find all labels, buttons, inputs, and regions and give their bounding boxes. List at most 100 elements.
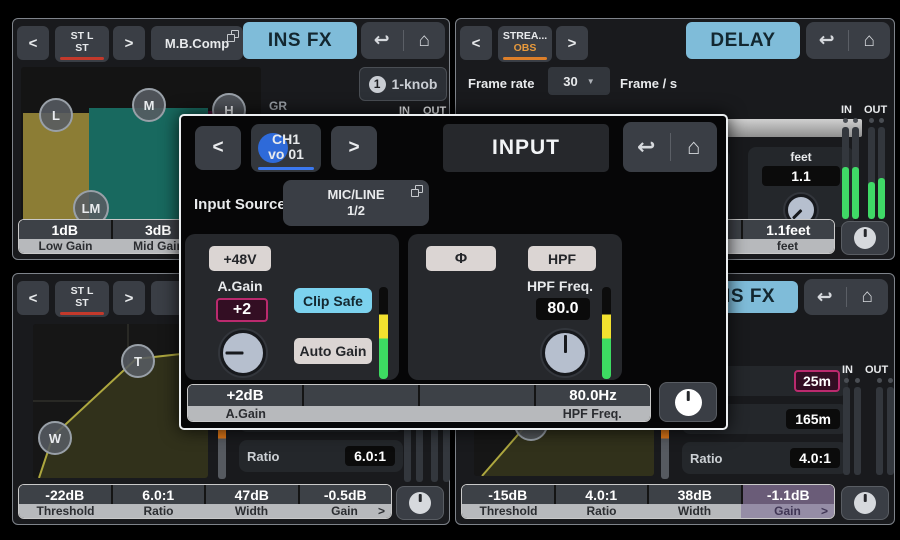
status-cell[interactable]: -15dB (462, 485, 554, 504)
mid-band-handle[interactable]: M (132, 88, 166, 122)
status-cell[interactable]: -0.5dB (300, 485, 392, 504)
threshold-handle[interactable]: T (121, 344, 155, 378)
status-cell[interactable]: 6.0:1 (113, 485, 205, 504)
parameter-statusbar: -22dB 6.0:1 47dB -0.5dB Threshold Ratio … (18, 484, 392, 519)
status-cell[interactable]: 80.0Hz (536, 385, 650, 406)
out-meter-label: OUT (864, 104, 887, 116)
undo-icon[interactable]: ↩ (623, 134, 670, 160)
home-icon[interactable]: ⌂ (847, 286, 889, 308)
hpf-freq-value[interactable]: 80.0 (536, 298, 590, 320)
home-icon[interactable]: ⌂ (404, 30, 446, 52)
prev-channel-button[interactable]: < (460, 26, 492, 60)
library-button[interactable]: M.B.Comp (151, 26, 243, 60)
release-value[interactable]: 165m (786, 409, 840, 429)
attack-value[interactable]: 25m (794, 370, 840, 392)
channel-select-button[interactable]: CH1 vo 01 (251, 124, 321, 172)
phantom-48v-button[interactable]: +48V (209, 246, 271, 271)
status-label: Width (205, 504, 298, 518)
width-handle[interactable]: W (38, 421, 72, 455)
status-label: Low Gain (19, 239, 112, 253)
knob-icon (409, 492, 431, 514)
delay-unit-label: feet (748, 150, 854, 164)
one-knob-badge: 1 (369, 76, 386, 93)
nav-group: ↩ ⌂ (623, 122, 717, 172)
in-meter-l (842, 118, 849, 219)
low-band-handle[interactable]: L (39, 98, 73, 132)
status-cell[interactable]: -22dB (19, 485, 111, 504)
undo-icon[interactable]: ↩ (806, 29, 848, 52)
knob-assign-button[interactable] (659, 382, 717, 422)
status-label: Threshold (19, 504, 112, 518)
out-meter-l (431, 426, 438, 482)
knob-assign-button[interactable] (841, 486, 889, 520)
out-meter-l (876, 378, 883, 475)
gr-label: GR (269, 99, 287, 113)
undo-icon[interactable]: ↩ (804, 286, 846, 309)
channel-name-line2: ST (75, 298, 88, 310)
nav-group: ↩ ⌂ (804, 279, 888, 315)
channel-name-line2: OBS (514, 43, 537, 55)
input-source-label: Input Source (194, 196, 286, 213)
hpf-button[interactable]: HPF (528, 246, 596, 271)
gain-section: +48V A.Gain +2 Clip Safe Auto Gain (185, 234, 399, 380)
status-label: Ratio (555, 504, 648, 518)
home-icon[interactable]: ⌂ (849, 30, 891, 52)
input-source-button[interactable]: MIC/LINE 1/2 (283, 180, 429, 226)
status-cell[interactable] (420, 385, 534, 406)
prev-channel-button[interactable]: < (195, 126, 241, 170)
prev-channel-button[interactable]: < (17, 26, 49, 60)
hpf-level-meter (602, 278, 611, 379)
knob-assign-button[interactable] (396, 486, 444, 520)
hpf-freq-label: HPF Freq. (512, 278, 608, 294)
next-channel-button[interactable]: > (556, 26, 588, 60)
channel-select-button[interactable]: ST L ST (55, 26, 109, 62)
again-value[interactable]: +2 (216, 298, 268, 322)
out-meter-r (887, 378, 894, 475)
status-cell[interactable]: 1dB (19, 220, 111, 239)
hpf-freq-knob[interactable] (542, 330, 588, 376)
library-label: M.B.Comp (165, 36, 229, 51)
delay-value-box: feet 1.1 (748, 147, 854, 227)
delay-value[interactable]: 1.1 (762, 166, 840, 186)
in-meter-l (404, 426, 411, 482)
prev-channel-button[interactable]: < (17, 281, 49, 315)
frame-rate-dropdown[interactable]: 30 ▼ (548, 67, 610, 95)
status-cell[interactable] (304, 385, 418, 406)
dropdown-arrow-icon: ▼ (587, 77, 595, 86)
again-knob[interactable] (220, 330, 266, 376)
one-knob-button[interactable]: 1 1-knob (359, 67, 447, 101)
out-meter-r (443, 426, 450, 482)
copy-icon (411, 185, 423, 197)
status-cell[interactable]: +2dB (188, 385, 302, 406)
frame-rate-label: Frame rate (468, 76, 534, 91)
undo-icon[interactable]: ↩ (361, 29, 403, 52)
knob-assign-button[interactable] (841, 221, 889, 255)
next-channel-button[interactable]: > (113, 26, 145, 60)
home-icon[interactable]: ⌂ (671, 134, 718, 160)
ratio-value[interactable]: 4.0:1 (790, 448, 840, 468)
next-channel-button[interactable]: > (331, 126, 377, 170)
status-cell[interactable]: 1.1feet (743, 220, 835, 239)
status-label: HPF Freq. (535, 406, 651, 421)
status-cell[interactable]: 4.0:1 (556, 485, 648, 504)
ratio-value[interactable]: 6.0:1 (345, 446, 395, 466)
auto-gain-button[interactable]: Auto Gain (294, 338, 372, 364)
status-cell[interactable]: 38dB (649, 485, 741, 504)
page-title: INS FX (243, 22, 357, 59)
status-label: Threshold (462, 504, 555, 518)
next-channel-button[interactable]: > (113, 281, 145, 315)
clip-safe-button[interactable]: Clip Safe (294, 288, 372, 313)
channel-select-button[interactable]: ST L ST (55, 281, 109, 317)
more-params-chevron[interactable]: > (378, 504, 385, 518)
status-cell[interactable]: 47dB (206, 485, 298, 504)
again-label: A.Gain (205, 278, 275, 294)
more-params-chevron[interactable]: > (821, 504, 828, 518)
channel-select-button[interactable]: STREA... OBS (498, 26, 552, 62)
input-source-value-line1: MIC/LINE (327, 187, 384, 203)
phase-button[interactable]: Φ (426, 246, 496, 271)
in-meter-r (854, 378, 861, 475)
frame-rate-value: 30 (563, 74, 577, 89)
ratio-row: Ratio 6.0:1 (239, 440, 403, 472)
status-cell-selected[interactable]: -1.1dB (743, 485, 835, 504)
channel-name-line1: CH1 (272, 132, 300, 147)
